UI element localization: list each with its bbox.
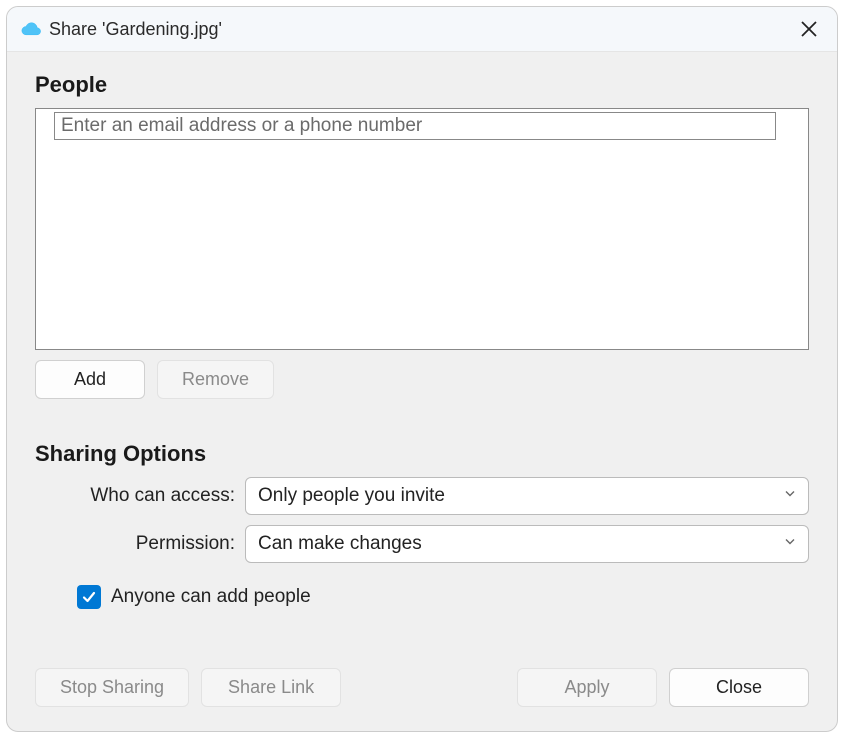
share-dialog: Share 'Gardening.jpg' People Add Remove … — [6, 6, 838, 732]
cloud-icon — [21, 19, 41, 39]
dialog-footer: Stop Sharing Share Link Apply Close — [7, 650, 837, 731]
stop-sharing-button[interactable]: Stop Sharing — [35, 668, 189, 707]
permission-select-wrap: Can make changes — [245, 525, 809, 563]
access-label: Who can access: — [35, 485, 245, 507]
dialog-content: People Add Remove Sharing Options Who ca… — [7, 52, 837, 650]
anyone-row: Anyone can add people — [77, 585, 809, 609]
window-title: Share 'Gardening.jpg' — [49, 19, 795, 40]
anyone-checkbox[interactable] — [77, 585, 101, 609]
titlebar: Share 'Gardening.jpg' — [7, 7, 837, 52]
close-button[interactable]: Close — [669, 668, 809, 707]
permission-label: Permission: — [35, 533, 245, 555]
people-list-box — [35, 108, 809, 350]
access-select[interactable]: Only people you invite — [245, 477, 809, 515]
apply-button[interactable]: Apply — [517, 668, 657, 707]
close-icon[interactable] — [795, 15, 823, 43]
people-input[interactable] — [54, 112, 776, 140]
access-row: Who can access: Only people you invite — [35, 477, 809, 515]
footer-spacer — [353, 668, 505, 707]
sharing-heading: Sharing Options — [35, 441, 809, 467]
permission-select[interactable]: Can make changes — [245, 525, 809, 563]
share-link-button[interactable]: Share Link — [201, 668, 341, 707]
add-button[interactable]: Add — [35, 360, 145, 399]
remove-button[interactable]: Remove — [157, 360, 274, 399]
access-select-wrap: Only people you invite — [245, 477, 809, 515]
people-buttons: Add Remove — [35, 360, 809, 399]
permission-row: Permission: Can make changes — [35, 525, 809, 563]
sharing-options-section: Sharing Options Who can access: Only peo… — [35, 441, 809, 609]
people-heading: People — [35, 72, 809, 98]
anyone-label: Anyone can add people — [111, 586, 311, 608]
